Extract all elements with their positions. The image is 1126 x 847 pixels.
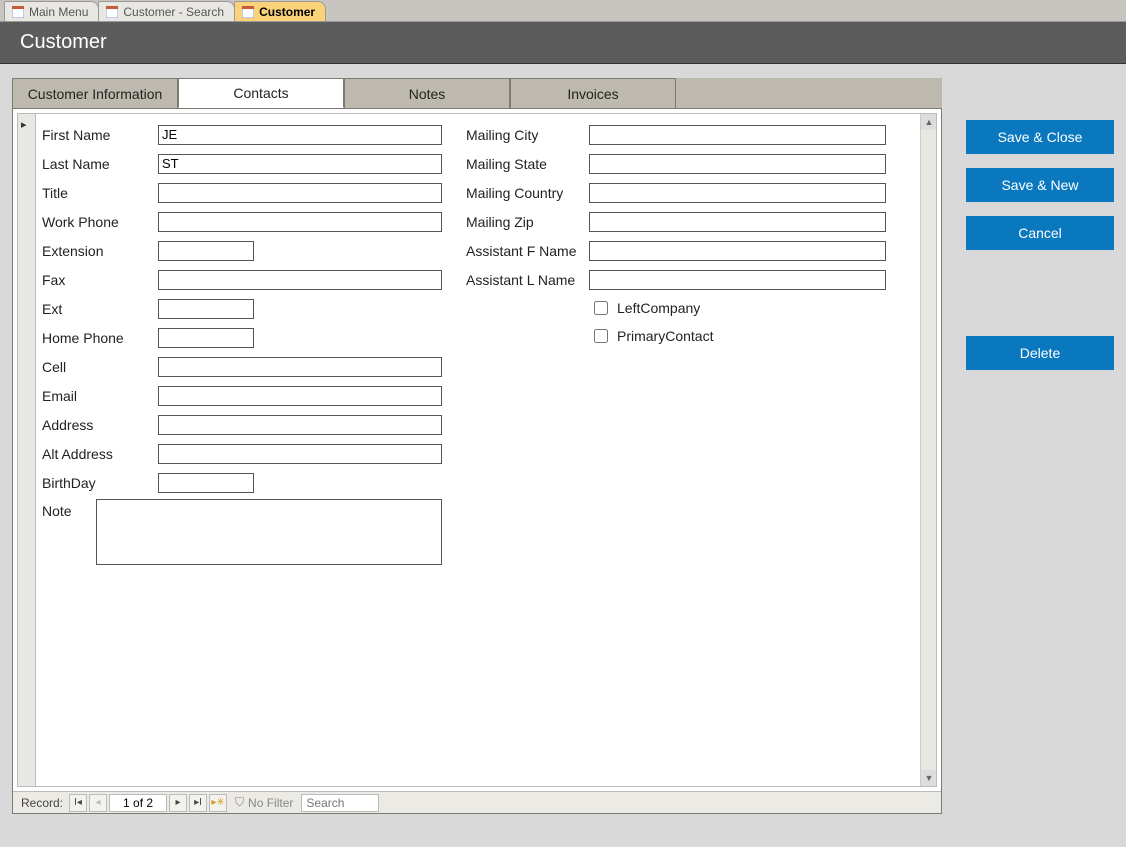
nav-first-button[interactable]: I◂ [69, 794, 87, 812]
label-work-phone: Work Phone [42, 214, 158, 230]
label-left-company: LeftCompany [617, 300, 700, 316]
record-label: Record: [17, 796, 67, 810]
scroll-down-icon[interactable]: ▼ [921, 770, 937, 786]
ext-field[interactable] [158, 299, 254, 319]
record-selector[interactable]: ▸ [18, 114, 36, 786]
label-address: Address [42, 417, 158, 433]
left-company-checkbox[interactable] [594, 301, 608, 315]
nav-search-field[interactable] [301, 794, 379, 812]
label-home-phone: Home Phone [42, 330, 158, 346]
label-mailing-zip: Mailing Zip [466, 214, 589, 230]
label-mailing-city: Mailing City [466, 127, 589, 143]
email-field[interactable] [158, 386, 442, 406]
label-note: Note [42, 499, 96, 519]
assistant-l-name-field[interactable] [589, 270, 886, 290]
cancel-button[interactable]: Cancel [966, 216, 1114, 250]
label-birthday: BirthDay [42, 475, 158, 491]
first-name-field[interactable] [158, 125, 442, 145]
doc-tab-customer-search[interactable]: Customer - Search [98, 1, 235, 21]
label-first-name: First Name [42, 127, 158, 143]
label-assistant-f-name: Assistant F Name [466, 243, 589, 259]
label-email: Email [42, 388, 158, 404]
tab-invoices[interactable]: Invoices [510, 78, 676, 108]
mailing-country-field[interactable] [589, 183, 886, 203]
form-header: Customer [0, 22, 1126, 64]
note-field[interactable] [96, 499, 442, 565]
address-field[interactable] [158, 415, 442, 435]
current-record-icon: ▸ [21, 118, 27, 131]
tab-customer-information[interactable]: Customer Information [12, 78, 178, 108]
mailing-state-field[interactable] [589, 154, 886, 174]
doc-tab-customer[interactable]: Customer [234, 1, 326, 21]
fax-field[interactable] [158, 270, 442, 290]
mailing-city-field[interactable] [589, 125, 886, 145]
label-primary-contact: PrimaryContact [617, 328, 713, 344]
birthday-field[interactable] [158, 473, 254, 493]
label-last-name: Last Name [42, 156, 158, 172]
assistant-f-name-field[interactable] [589, 241, 886, 261]
label-alt-address: Alt Address [42, 446, 158, 462]
form-icon [11, 5, 25, 19]
nav-new-button[interactable]: ▸✳ [209, 794, 227, 812]
label-extension: Extension [42, 243, 158, 259]
doc-tab-main-menu[interactable]: Main Menu [4, 1, 99, 21]
page-title: Customer [20, 31, 107, 54]
tab-contacts[interactable]: Contacts [178, 78, 344, 108]
doc-tab-label: Main Menu [29, 5, 88, 19]
record-position-field[interactable] [109, 794, 167, 812]
nav-prev-button[interactable]: ◂ [89, 794, 107, 812]
doc-tab-label: Customer [259, 5, 315, 19]
alt-address-field[interactable] [158, 444, 442, 464]
label-cell: Cell [42, 359, 158, 375]
mailing-zip-field[interactable] [589, 212, 886, 232]
home-phone-field[interactable] [158, 328, 254, 348]
tab-control: Customer Information Contacts Notes Invo… [12, 78, 942, 814]
nav-next-button[interactable]: ▸ [169, 794, 187, 812]
label-mailing-state: Mailing State [466, 156, 589, 172]
label-ext: Ext [42, 301, 158, 317]
label-mailing-country: Mailing Country [466, 185, 589, 201]
label-title: Title [42, 185, 158, 201]
work-phone-field[interactable] [158, 212, 442, 232]
save-close-button[interactable]: Save & Close [966, 120, 1114, 154]
nav-last-button[interactable]: ▸I [189, 794, 207, 812]
scroll-up-icon[interactable]: ▲ [921, 114, 937, 130]
delete-button[interactable]: Delete [966, 336, 1114, 370]
form-icon [105, 5, 119, 19]
form-icon [241, 5, 255, 19]
extension-field[interactable] [158, 241, 254, 261]
document-tabs: Main Menu Customer - Search Customer [0, 0, 1126, 22]
doc-tab-label: Customer - Search [123, 5, 224, 19]
filter-indicator[interactable]: ⛉ No Filter [229, 795, 299, 810]
filter-icon: ⛉ [235, 795, 244, 810]
label-fax: Fax [42, 272, 158, 288]
vertical-scrollbar[interactable]: ▲ ▼ [920, 114, 936, 786]
primary-contact-checkbox[interactable] [594, 329, 608, 343]
label-assistant-l-name: Assistant L Name [466, 272, 589, 288]
title-field[interactable] [158, 183, 442, 203]
record-navigation-bar: Record: I◂ ◂ ▸ ▸I ▸✳ ⛉ No Filter [13, 791, 941, 813]
cell-field[interactable] [158, 357, 442, 377]
tab-notes[interactable]: Notes [344, 78, 510, 108]
save-new-button[interactable]: Save & New [966, 168, 1114, 202]
last-name-field[interactable] [158, 154, 442, 174]
